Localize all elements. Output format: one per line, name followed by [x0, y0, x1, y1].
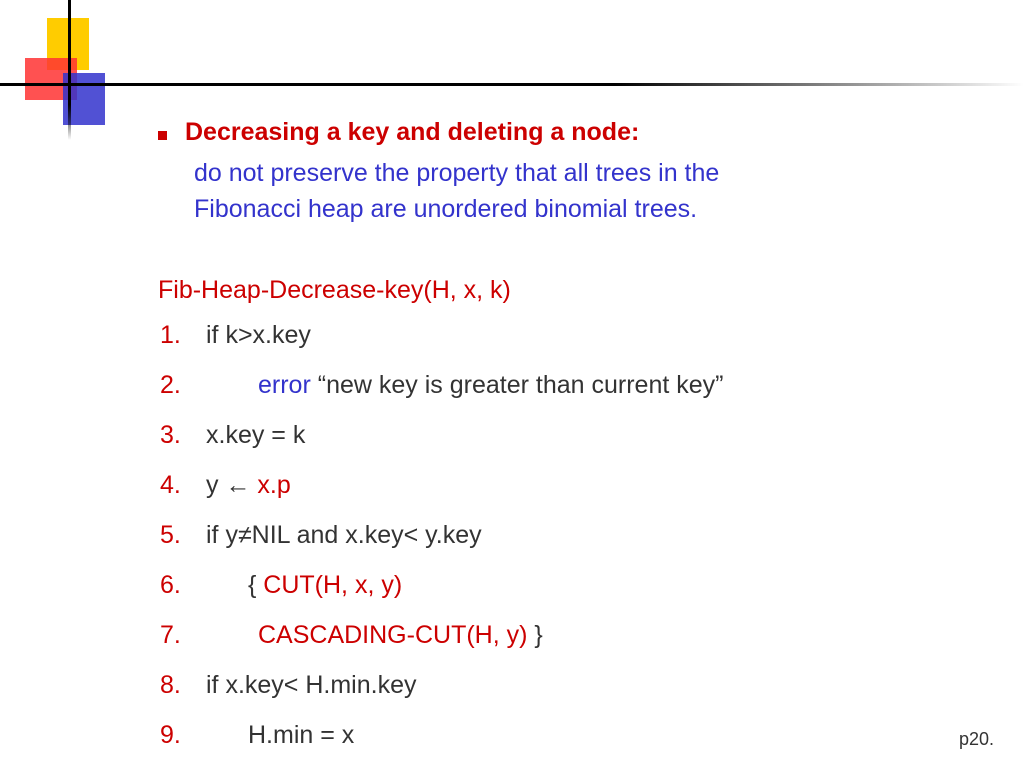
code-line-6: 6. { CUT(H, x, y): [158, 565, 978, 605]
function-title: Fib-Heap-Decrease-key(H, x, k): [158, 276, 978, 305]
line-number: 6.: [158, 565, 206, 605]
subtext: do not preserve the property that all tr…: [194, 155, 978, 228]
bullet-item: Decreasing a key and deleting a node:: [158, 118, 978, 147]
code-line-9: 9. H.min = x: [158, 715, 978, 755]
code-line-5: 5. if y≠NIL and x.key< y.key: [158, 515, 978, 555]
bullet-marker-icon: [158, 131, 167, 140]
code-text: if k>x.key: [206, 315, 311, 355]
code-text: CASCADING-CUT(H, y) }: [206, 615, 543, 655]
heading: Decreasing a key and deleting a node:: [185, 118, 639, 147]
code-line-3: 3. x.key = k: [158, 415, 978, 455]
subtext-line1: do not preserve the property that all tr…: [194, 159, 719, 187]
code-text: if x.key< H.min.key: [206, 665, 416, 705]
code-text: if y≠NIL and x.key< y.key: [206, 515, 482, 555]
line-number: 9.: [158, 715, 206, 755]
code-line-1: 1. if k>x.key: [158, 315, 978, 355]
line-number: 5.: [158, 515, 206, 555]
page-number: p20.: [959, 729, 994, 750]
code-line-2: 2. error “new key is greater than curren…: [158, 365, 978, 405]
horizontal-divider: [0, 83, 1024, 86]
line-number: 2.: [158, 365, 206, 405]
slide-content: Decreasing a key and deleting a node: do…: [158, 118, 978, 755]
line-number: 7.: [158, 615, 206, 655]
subtext-line2: Fibonacci heap are unordered binomial tr…: [194, 195, 697, 223]
code-line-4: 4. y ← x.p: [158, 465, 978, 505]
line-number: 4.: [158, 465, 206, 505]
line-number: 3.: [158, 415, 206, 455]
code-line-8: 8. if x.key< H.min.key: [158, 665, 978, 705]
line-number: 8.: [158, 665, 206, 705]
code-text: H.min = x: [206, 715, 354, 755]
code-line-7: 7. CASCADING-CUT(H, y) }: [158, 615, 978, 655]
code-text: { CUT(H, x, y): [206, 565, 402, 605]
line-number: 1.: [158, 315, 206, 355]
code-text: x.key = k: [206, 415, 305, 455]
code-text: y ← x.p: [206, 465, 291, 505]
code-text: error “new key is greater than current k…: [206, 365, 723, 405]
slide-logo: [25, 18, 105, 138]
vertical-divider: [68, 0, 71, 140]
